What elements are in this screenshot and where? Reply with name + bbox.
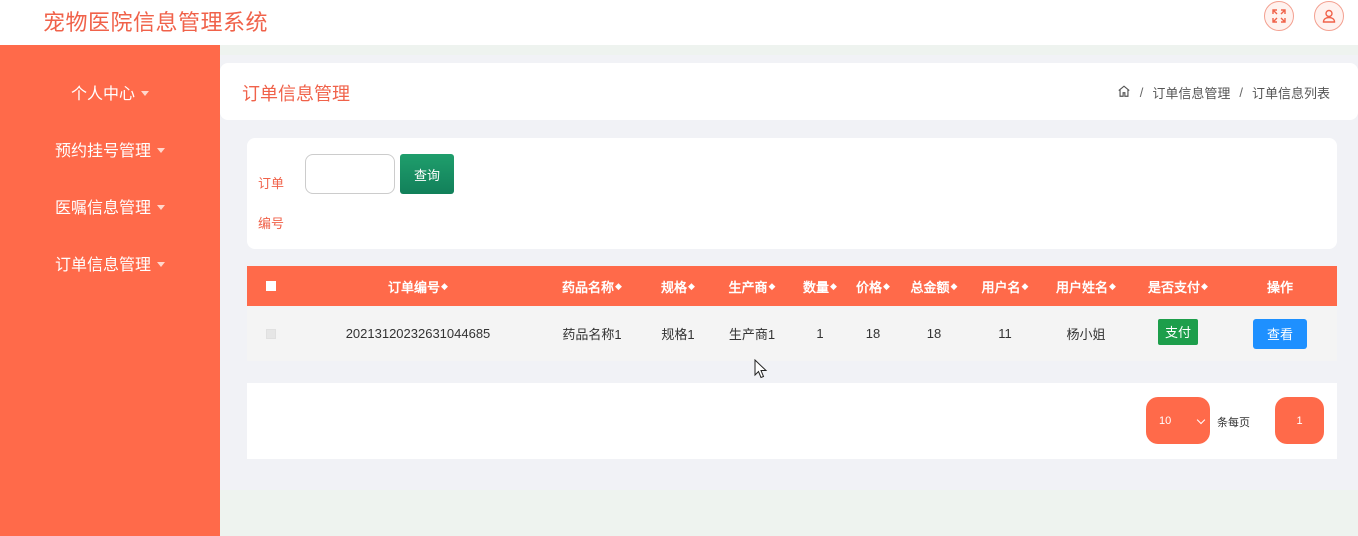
order-number-input[interactable] <box>305 154 395 194</box>
caret-down-icon <box>141 90 149 96</box>
row-checkbox[interactable] <box>266 328 276 339</box>
cell-actions: 查看 <box>1223 306 1337 361</box>
view-button[interactable]: 查看 <box>1253 318 1307 349</box>
page-number-button[interactable]: 1 <box>1275 397 1324 444</box>
sidebar-item-label: 订单信息管理 <box>54 257 151 274</box>
cell-total: 18 <box>926 326 942 341</box>
column-header-drug-name[interactable]: 药品名称 ◆ <box>541 266 643 306</box>
select-all-checkbox[interactable] <box>266 281 276 291</box>
sort-icon: ◆ <box>688 280 695 291</box>
pagination-panel: 10 条每页 1 <box>247 383 1337 459</box>
user-icon[interactable] <box>1314 1 1344 31</box>
search-panel: 订单编号 查询 <box>247 138 1337 249</box>
chevron-down-icon <box>1196 415 1206 425</box>
orders-table: 订单编号 ◆ 药品名称 ◆ 规格 ◆ 生产商 ◆ 数量 ◆ 价格 ◆ 总金额 ◆ 用户名 ◆ 用… <box>247 266 1337 361</box>
sidebar-item-label: 医嘱信息管理 <box>54 200 151 217</box>
sidebar-item-personal-center[interactable]: 个人中心 <box>0 72 220 112</box>
caret-down-icon <box>157 204 165 210</box>
breadcrumb-separator: / <box>1139 85 1144 100</box>
mouse-cursor-icon <box>754 359 768 379</box>
sidebar-item-label: 预约挂号管理 <box>54 143 151 160</box>
cell-maker: 生产商1 <box>728 327 776 342</box>
page-title: 订单信息管理 <box>242 84 350 104</box>
column-header-maker[interactable]: 生产商 ◆ <box>713 266 791 306</box>
table-header: 订单编号 ◆ 药品名称 ◆ 规格 ◆ 生产商 ◆ 数量 ◆ 价格 ◆ 总金额 ◆ 用户名 ◆ 用… <box>247 266 1337 306</box>
page-header: 订单信息管理 / 订单信息管理 / 订单信息列表 <box>220 63 1358 120</box>
column-header-total[interactable]: 总金额 ◆ <box>897 266 971 306</box>
breadcrumb-separator: / <box>1239 85 1243 100</box>
search-button[interactable]: 查询 <box>400 154 454 194</box>
sort-icon: ◆ <box>950 280 958 291</box>
cell-spec: 规格1 <box>661 327 695 342</box>
page-size-select[interactable]: 10 <box>1146 397 1210 444</box>
sort-icon: ◆ <box>768 280 776 291</box>
sort-icon: ◆ <box>441 280 448 291</box>
caret-down-icon <box>157 261 165 267</box>
column-header-qty[interactable]: 数量 ◆ <box>791 266 849 306</box>
sidebar: 个人中心 预约挂号管理 医嘱信息管理 订单信息管理 <box>0 45 220 536</box>
cell-user-fullname: 杨小姐 <box>1066 327 1106 342</box>
column-header-price[interactable]: 价格 ◆ <box>849 266 897 306</box>
table-row: 20213120232631044685 药品名称1 规格1 生产商1 1 18… <box>247 306 1337 361</box>
cell-price: 18 <box>865 326 881 341</box>
sort-icon: ◆ <box>1021 280 1029 291</box>
home-icon[interactable] <box>1117 84 1131 101</box>
pay-button[interactable]: 支付 <box>1158 318 1198 345</box>
sidebar-item-label: 个人中心 <box>70 86 135 103</box>
caret-down-icon <box>157 147 165 153</box>
sort-icon: ◆ <box>1201 280 1208 291</box>
column-header-order-no[interactable]: 订单编号 ◆ <box>295 266 541 306</box>
cell-qty: 1 <box>816 326 824 341</box>
column-header-actions: 操作 <box>1266 279 1293 295</box>
per-page-label: 条每页 <box>1217 417 1250 429</box>
sidebar-item-orders[interactable]: 订单信息管理 <box>0 243 220 283</box>
sidebar-item-medical-advice[interactable]: 医嘱信息管理 <box>0 186 220 226</box>
breadcrumb: / 订单信息管理 / 订单信息列表 <box>1117 83 1330 102</box>
cell-paid: 支付 <box>1133 306 1223 361</box>
sidebar-item-appointment[interactable]: 预约挂号管理 <box>0 129 220 169</box>
fullscreen-icon[interactable] <box>1264 1 1294 31</box>
cell-drug-name: 药品名称1 <box>562 327 622 342</box>
sort-icon: ◆ <box>830 280 837 291</box>
sort-icon: ◆ <box>1109 280 1116 291</box>
row-checkbox-cell[interactable] <box>247 306 295 361</box>
top-bar: 宠物医院信息管理系统 <box>0 0 1358 45</box>
order-number-label: 订单编号 <box>257 176 284 231</box>
sort-icon: ◆ <box>615 280 622 291</box>
column-header-spec[interactable]: 规格 ◆ <box>643 266 713 306</box>
breadcrumb-item-current: 订单信息列表 <box>1251 86 1330 101</box>
cell-order-no: 20213120232631044685 <box>345 326 491 341</box>
column-header-user-fullname[interactable]: 用户姓名 ◆ <box>1039 266 1133 306</box>
sort-icon: ◆ <box>883 280 890 291</box>
page-size-value: 10 <box>1159 414 1172 427</box>
column-header-username[interactable]: 用户名 ◆ <box>971 266 1039 306</box>
app-title: 宠物医院信息管理系统 <box>43 10 269 35</box>
cell-username: 11 <box>998 326 1012 341</box>
column-header-paid[interactable]: 是否支付 ◆ <box>1133 266 1223 306</box>
breadcrumb-item[interactable]: 订单信息管理 <box>1152 83 1230 102</box>
select-all-checkbox-cell[interactable] <box>247 266 295 306</box>
